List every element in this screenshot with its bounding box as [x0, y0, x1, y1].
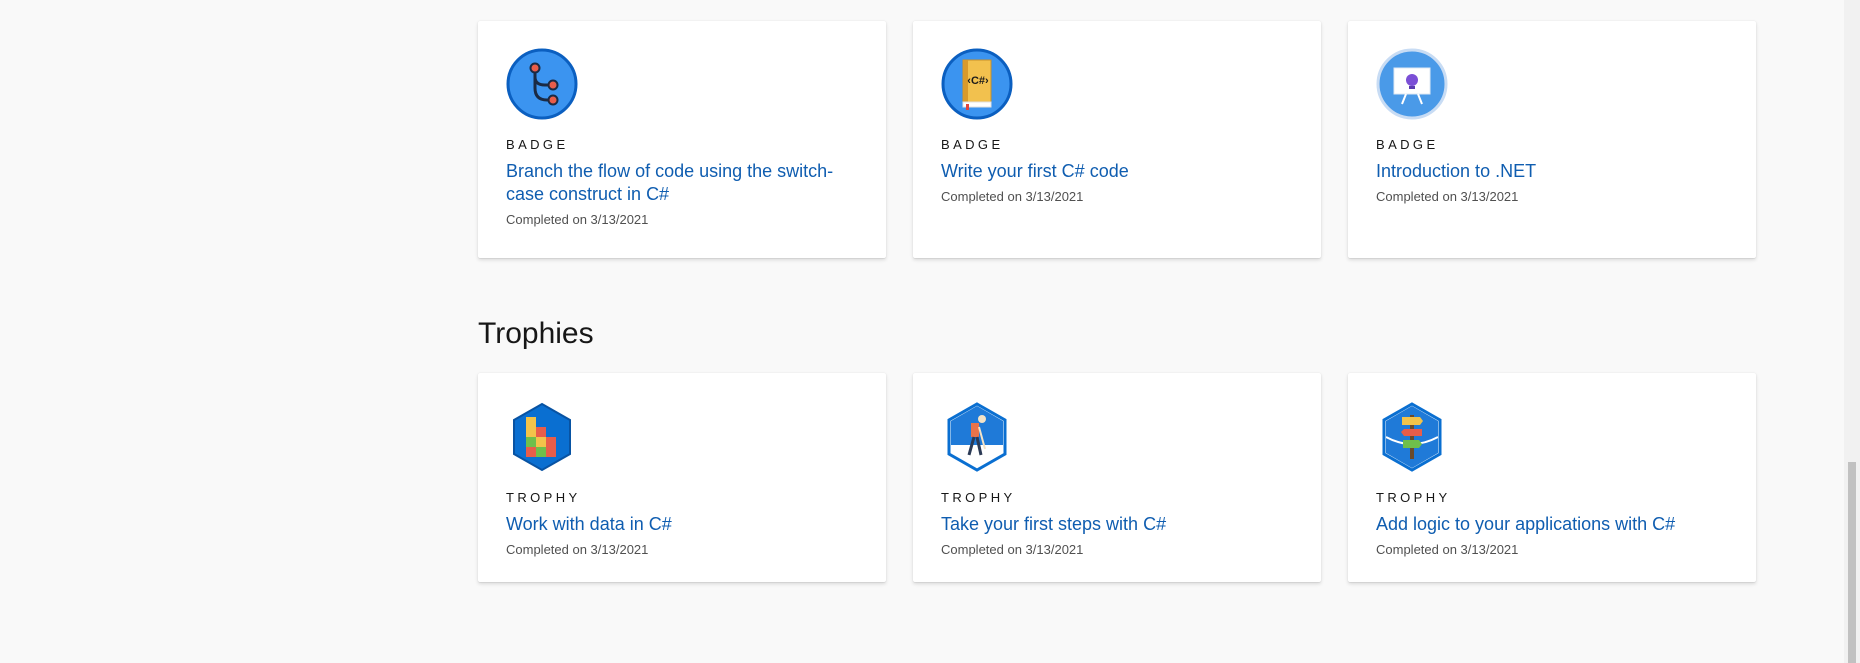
completed-date: Completed on 3/13/2021 — [941, 189, 1084, 204]
trophy-title-link[interactable]: Add logic to your applications with C# — [1376, 513, 1728, 536]
badge-card: BADGE Introduction to .NET Completed on … — [1348, 21, 1756, 258]
vertical-scrollbar[interactable] — [1844, 0, 1860, 663]
trophies-grid: TROPHY Work with data in C# Completed on… — [478, 373, 1756, 582]
trophies-heading: Trophies — [478, 317, 594, 350]
trophy-card: TROPHY Work with data in C# Completed on… — [478, 373, 886, 582]
badge-title-link[interactable]: Branch the flow of code using the switch… — [506, 160, 858, 206]
trophy-kicker: TROPHY — [1376, 490, 1451, 505]
svg-text:‹C#›: ‹C#› — [967, 75, 989, 87]
completed-date: Completed on 3/13/2021 — [506, 212, 649, 227]
trophy-title-link[interactable]: Take your first steps with C# — [941, 513, 1293, 536]
badge-kicker: BADGE — [941, 137, 1004, 152]
achievements-content: BADGE Branch the flow of code using the … — [478, 0, 1756, 582]
trophy-title-link[interactable]: Work with data in C# — [506, 513, 858, 536]
dotnet-presentation-icon — [1376, 48, 1448, 120]
data-blocks-icon — [506, 401, 578, 473]
badge-title-link[interactable]: Introduction to .NET — [1376, 160, 1728, 183]
csharp-book-icon: ‹C#› — [941, 48, 1013, 120]
branch-flow-icon — [506, 48, 578, 120]
completed-date: Completed on 3/13/2021 — [1376, 189, 1519, 204]
trophy-card: TROPHY Add logic to your applications wi… — [1348, 373, 1756, 582]
scrollbar-thumb[interactable] — [1848, 462, 1856, 663]
badge-card: BADGE Branch the flow of code using the … — [478, 21, 886, 258]
completed-date: Completed on 3/13/2021 — [941, 542, 1084, 557]
badges-grid: BADGE Branch the flow of code using the … — [478, 21, 1756, 258]
badge-kicker: BADGE — [1376, 137, 1439, 152]
hiker-icon — [941, 401, 1013, 473]
signpost-icon — [1376, 401, 1448, 473]
completed-date: Completed on 3/13/2021 — [1376, 542, 1519, 557]
badge-title-link[interactable]: Write your first C# code — [941, 160, 1293, 183]
trophy-kicker: TROPHY — [941, 490, 1016, 505]
trophy-card: TROPHY Take your first steps with C# Com… — [913, 373, 1321, 582]
completed-date: Completed on 3/13/2021 — [506, 542, 649, 557]
badge-card: ‹C#› BADGE Write your first C# code Comp… — [913, 21, 1321, 258]
badge-kicker: BADGE — [506, 137, 569, 152]
trophy-kicker: TROPHY — [506, 490, 581, 505]
